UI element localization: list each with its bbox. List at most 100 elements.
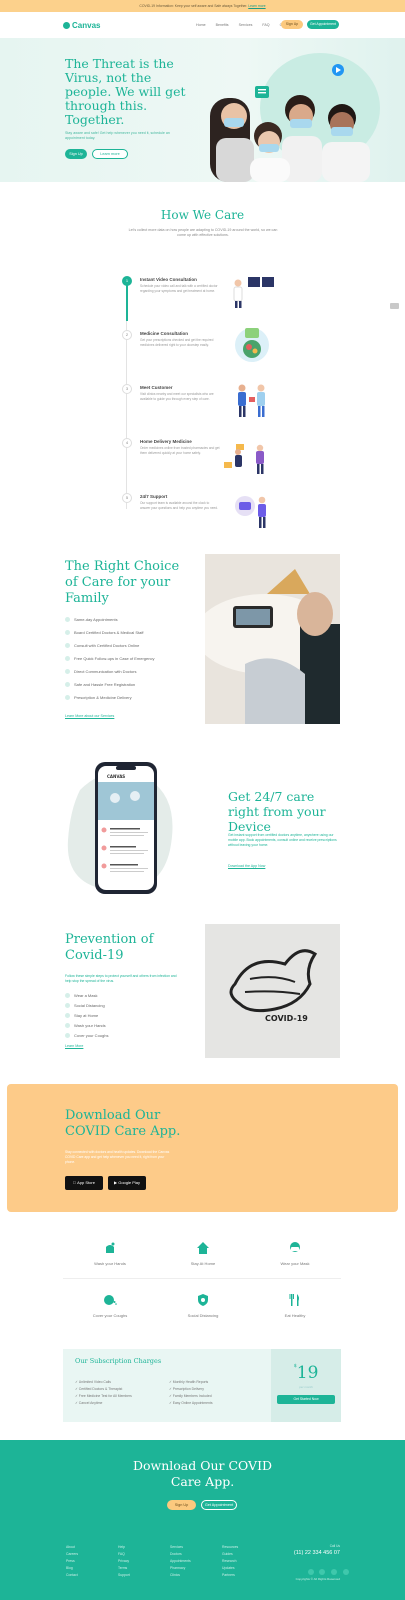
footer-link[interactable]: Appointments — [170, 1558, 191, 1565]
footer-link[interactable]: Support — [118, 1572, 130, 1579]
logo-icon — [63, 22, 70, 29]
mask-photo: COVID-19 — [205, 924, 340, 1058]
step-text: Order medicines online from trusted phar… — [140, 446, 220, 455]
google-play-button[interactable]: ▶ Google Play — [108, 1176, 146, 1190]
footer-link[interactable]: Updates — [222, 1565, 238, 1572]
nav-link-benefits[interactable]: Benefits — [216, 23, 229, 27]
check-icon — [65, 669, 70, 674]
download-title: Download Our COVID Care App. — [65, 1108, 181, 1139]
footer-column-4: Resources Guides Research Updates Partne… — [222, 1544, 238, 1579]
footer-link[interactable]: Contact — [66, 1572, 78, 1579]
footer-link[interactable]: Services — [170, 1544, 191, 1551]
list-item: Social Distancing — [65, 1003, 108, 1013]
announcement-bar: COVID-19 Information: Keep your self awa… — [0, 0, 405, 12]
subscription-item: ✓ Certified Doctors & Therapist — [75, 1387, 123, 1391]
step-title: Meet Customer — [140, 385, 173, 390]
announcement-link[interactable]: Learn more — [248, 4, 265, 8]
footer-link[interactable]: Press — [66, 1558, 78, 1565]
side-scroll-tab[interactable] — [390, 303, 399, 309]
list-item-text: Social Distancing — [74, 1003, 105, 1008]
how-we-care-title: How We Care — [160, 208, 245, 222]
nav-link-services[interactable]: Services — [239, 23, 253, 27]
instagram-icon[interactable] — [331, 1569, 338, 1575]
phone-mockup: CANVAS — [67, 762, 173, 894]
logo[interactable]: Canvas — [63, 21, 100, 30]
feature-divider — [63, 1278, 341, 1279]
check-icon — [65, 1033, 70, 1038]
navbar: Canvas Home Benefits Services FAQ Contac… — [0, 12, 405, 38]
footer-link[interactable]: Partners — [222, 1572, 238, 1579]
medicine-consultation-illustration — [235, 328, 269, 362]
timeline-step-4[interactable]: 4 — [122, 438, 132, 448]
footer-signup-button[interactable]: Sign Up — [167, 1500, 196, 1510]
footer-link[interactable]: Privacy — [118, 1558, 130, 1565]
twitter-icon[interactable] — [319, 1569, 326, 1575]
footer-link[interactable]: Guides — [222, 1551, 238, 1558]
footer-link[interactable]: Blog — [66, 1565, 78, 1572]
cutlery-icon — [289, 1294, 299, 1306]
feature-label: Cover your Coughs — [92, 1313, 128, 1318]
list-item: Wear a Mask — [65, 993, 108, 1003]
list-item-text: Wear a Mask — [74, 993, 98, 998]
price-value: 19 — [296, 1363, 319, 1383]
apple-icon:  — [73, 1180, 76, 1185]
timeline-step-3[interactable]: 3 — [122, 384, 132, 394]
download-app-link[interactable]: Download the App Now — [228, 864, 265, 868]
subscribe-button[interactable]: Get Started Now — [277, 1395, 335, 1404]
list-item: Safe and Hassle Free Registration — [65, 682, 154, 695]
timeline-step-1[interactable]: 1 — [122, 276, 132, 286]
subscription-item: ✓ Cancel Anytime — [75, 1401, 103, 1405]
hero-signup-button[interactable]: Sign Up — [65, 149, 87, 159]
feature-label: Eat Healthy — [284, 1313, 306, 1318]
services-link[interactable]: Learn More about our Services — [65, 714, 114, 718]
list-item-text: Board Certified Doctors & Medical Staff — [74, 630, 144, 635]
subscription-title: Our Subscription Charges — [75, 1357, 162, 1365]
price-period: per month — [299, 1385, 313, 1389]
phone-brand: CANVAS — [107, 774, 125, 779]
meet-customer-illustration — [238, 384, 265, 417]
footer-phone[interactable]: (11) 22 334 456 07 — [270, 1550, 340, 1556]
step-text: Get your prescriptions checked and get t… — [140, 338, 214, 347]
footer-link[interactable]: Clinics — [170, 1572, 191, 1579]
check-icon — [65, 656, 70, 661]
footer-link[interactable]: Careers — [66, 1551, 78, 1558]
hero-learn-button[interactable]: Learn more — [92, 149, 128, 159]
nav-link-faq[interactable]: FAQ — [262, 23, 269, 27]
footer-link[interactable]: Research — [222, 1558, 238, 1565]
footer-link[interactable]: About — [66, 1544, 78, 1551]
footer-title: Download Our COVID Care App. — [132, 1458, 273, 1489]
hero-section: The Threat is the Virus, not the people.… — [0, 38, 405, 182]
step-title: Home Delivery Medicine — [140, 439, 192, 444]
appointment-button[interactable]: Get Appointment — [307, 20, 339, 29]
play-icon: ▶ — [114, 1180, 118, 1185]
footer: Download Our COVID Care App. Sign Up Get… — [0, 1440, 405, 1600]
subscription-right-list: ✓ Monthly Health Reports ✓ Prescription … — [169, 1379, 213, 1407]
step-title: 24/7 Support — [140, 494, 168, 499]
google-play-label: Google Play — [118, 1180, 140, 1185]
footer-link[interactable]: Pharmacy — [170, 1565, 191, 1572]
footer-link[interactable]: FAQ — [118, 1551, 130, 1558]
list-item: Cover your Coughs — [65, 1033, 108, 1043]
footer-link[interactable]: Doctors — [170, 1551, 191, 1558]
timeline-step-5[interactable]: 5 — [122, 493, 132, 503]
right-choice-list: Same-day Appointments Board Certified Do… — [65, 617, 154, 708]
timeline-step-2[interactable]: 2 — [122, 330, 132, 340]
app-store-button[interactable]:  App Store — [65, 1176, 103, 1190]
subscription-item-text: Easy Online Appointments — [172, 1401, 213, 1405]
home-icon — [197, 1242, 209, 1254]
signup-button[interactable]: Sign Up — [281, 20, 303, 29]
linkedin-icon[interactable] — [343, 1569, 350, 1575]
facebook-icon[interactable] — [307, 1569, 314, 1575]
step-text: Schedule your video call and talk with a… — [140, 284, 218, 293]
nav-link-home[interactable]: Home — [196, 23, 206, 27]
support-illustration — [235, 496, 266, 528]
footer-link[interactable]: Terms — [118, 1565, 130, 1572]
footer-appointment-button[interactable]: Get Appointment — [201, 1500, 237, 1510]
footer-link[interactable]: Resources — [222, 1544, 238, 1551]
footer-column-3: Services Doctors Appointments Pharmacy C… — [170, 1544, 191, 1579]
list-item: Same-day Appointments — [65, 617, 154, 630]
prevention-learn-more[interactable]: Learn More — [65, 1044, 83, 1048]
footer-link[interactable]: Help — [118, 1544, 130, 1551]
how-we-care-desc: Let's collect more data on how people ar… — [128, 228, 278, 237]
check-icon — [65, 1013, 70, 1018]
